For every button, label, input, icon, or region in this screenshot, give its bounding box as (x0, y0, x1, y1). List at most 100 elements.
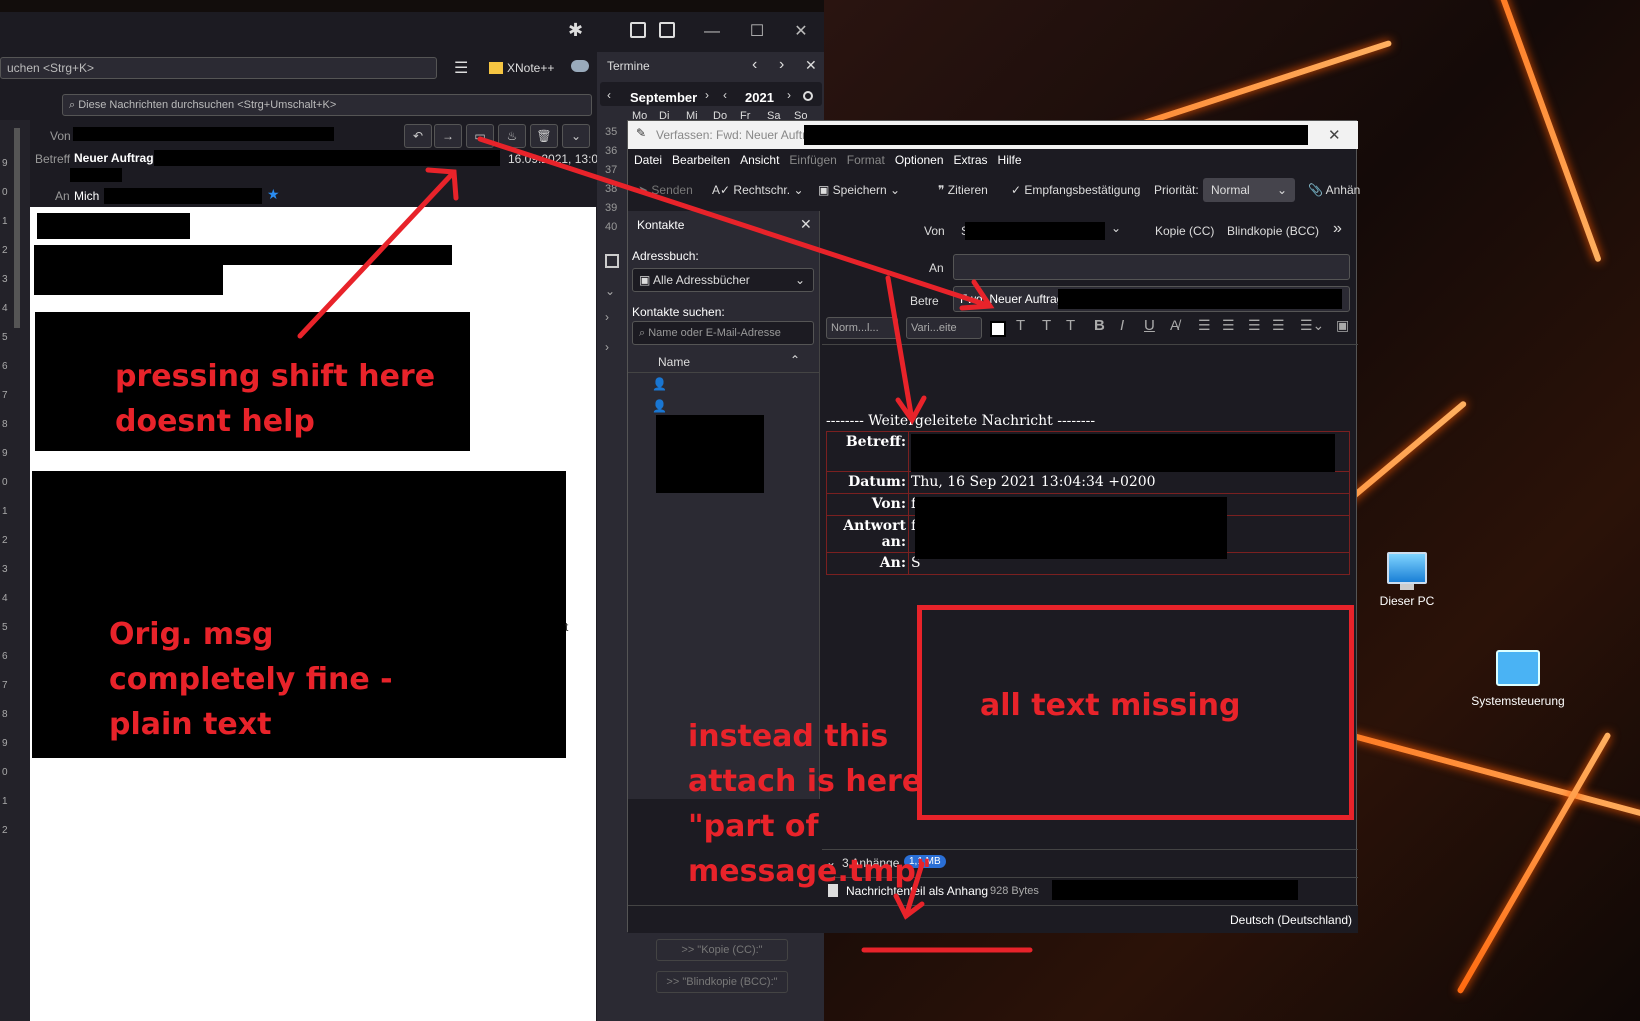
color-icon[interactable] (990, 321, 1006, 337)
archive-button[interactable]: ▭ (466, 124, 494, 148)
chevron-right-icon[interactable]: › (779, 56, 784, 74)
bullet-list-icon[interactable]: ☰ (1198, 317, 1211, 334)
double-chevron-icon[interactable]: » (1333, 220, 1342, 238)
desktop-icon-label: Dieser PC (1379, 594, 1435, 608)
subject-label: Betre (910, 294, 939, 308)
menu-item-bearbeiten[interactable]: Bearbeiten (672, 153, 730, 167)
calendar-icon[interactable] (630, 22, 646, 38)
receipt-button[interactable]: ✓ Empfangsbestätigung (1011, 175, 1140, 205)
line-number: 6 (2, 361, 8, 372)
priority-select[interactable]: Normal ⌄ (1203, 178, 1295, 202)
to-input[interactable] (953, 254, 1350, 280)
message-search-input[interactable]: ⌕ Diese Nachrichten durchsuchen <Strg+Um… (62, 94, 592, 116)
week-number: 36 (605, 145, 618, 157)
quote-button[interactable]: ❞ Zitieren (938, 175, 988, 205)
align-icon[interactable]: ☰⌄ (1300, 317, 1324, 334)
bold-icon[interactable]: B (1094, 317, 1105, 334)
add-contact-button[interactable]: >> "Kopie (CC):" (656, 939, 788, 961)
save-button[interactable]: ▣ Speichern ⌄ (818, 175, 900, 205)
calendar-small-icon[interactable] (605, 254, 619, 268)
forward-key: Betreff: (826, 431, 909, 472)
add-contact-button[interactable]: >> "Blindkopie (BCC):" (656, 971, 788, 993)
forward-header: -------- Weitergeleitete Nachricht -----… (826, 413, 1096, 429)
insert-image-icon[interactable]: ▣ (1336, 317, 1349, 334)
line-number: 4 (2, 593, 8, 604)
menu-item-datei[interactable]: Datei (634, 153, 662, 167)
outdent-icon[interactable]: ☰ (1248, 317, 1261, 334)
italic-icon[interactable]: I (1120, 317, 1124, 334)
font-larger-icon[interactable]: T (1066, 317, 1075, 334)
minimize-button[interactable]: — (690, 12, 734, 52)
line-number: 1 (2, 216, 8, 227)
indent-icon[interactable]: ☰ (1272, 317, 1285, 334)
number-list-icon[interactable]: ☰ (1222, 317, 1235, 334)
calendar-title: Termine (607, 59, 650, 73)
desktop-icon-this-pc[interactable]: Dieser PC (1352, 552, 1462, 608)
close-icon[interactable]: ✕ (805, 57, 817, 74)
font-size-icon[interactable]: T (1016, 317, 1025, 334)
more-button[interactable]: ⌄ (562, 124, 590, 148)
menu-item-hilfe[interactable]: Hilfe (998, 153, 1022, 167)
language-selector[interactable]: Deutsch (Deutschland) (1230, 913, 1352, 927)
cc-button[interactable]: Kopie (CC) (1155, 224, 1214, 238)
spell-button[interactable]: A✓ Rechtschr. ⌄ (712, 175, 804, 205)
xnote-button[interactable]: XNote++ (507, 61, 554, 75)
annotation-missing: all text missing (980, 688, 1241, 723)
addressbook-select[interactable]: ▣ Alle Adressbücher ⌄ (632, 268, 814, 292)
font-select[interactable]: Vari...eite (906, 317, 982, 339)
close-icon[interactable]: ✕ (1328, 126, 1341, 144)
puzzle-icon[interactable]: ✱ (568, 20, 583, 41)
menu-icon[interactable]: ☰ (454, 58, 468, 78)
chevron-right-icon[interactable]: › (787, 88, 791, 102)
clear-format-icon[interactable]: A̸ (1170, 317, 1179, 333)
send-button[interactable]: ➤ Senden (638, 175, 693, 205)
line-number: 4 (2, 303, 8, 314)
forward-button[interactable]: → (434, 124, 462, 148)
week-number: 37 (605, 164, 618, 176)
bcc-button[interactable]: Blindkopie (BCC) (1227, 224, 1319, 238)
from-label: Von (50, 129, 71, 143)
chevron-left-icon[interactable]: ‹ (723, 88, 727, 102)
chevron-left-icon[interactable]: ‹ (752, 56, 757, 74)
font-smaller-icon[interactable]: T (1042, 317, 1051, 334)
junk-button[interactable]: ♨ (498, 124, 526, 148)
contacts-column-header[interactable]: Name ⌃ (628, 351, 820, 373)
tasks-icon[interactable] (659, 22, 675, 38)
menu-item-optionen[interactable]: Optionen (895, 153, 944, 167)
menu-item-format[interactable]: Format (847, 153, 885, 167)
reply-button[interactable]: ↶ (404, 124, 432, 148)
delete-button[interactable]: 🗑 (530, 124, 558, 148)
annotation-orig: Orig. msg completely fine - plain text (109, 617, 393, 742)
global-search-input[interactable]: uchen <Strg+K> (0, 57, 437, 79)
contacts-search-input[interactable]: ⌕ Name oder E-Mail-Adresse (632, 321, 814, 345)
addressbook-label: Adressbuch: (632, 249, 699, 263)
compose-title: Verfassen: Fwd: Neuer Auftrag (656, 128, 820, 142)
paragraph-select[interactable]: Norm...l... (826, 317, 898, 339)
star-icon[interactable]: ★ (267, 186, 280, 203)
person-icon: 👤 (652, 377, 667, 391)
desktop-icon-control-panel[interactable]: Systemsteuerung (1463, 650, 1573, 708)
today-icon[interactable] (803, 91, 813, 101)
title-bar: ✱ — ☐ ✕ (0, 12, 824, 52)
menu-item-extras[interactable]: Extras (954, 153, 988, 167)
line-number: 9 (2, 158, 8, 169)
forward-row: Datum: Thu, 16 Sep 2021 13:04:34 +0200 (826, 471, 1350, 494)
line-number: 5 (2, 622, 8, 633)
maximize-button[interactable]: ☐ (735, 12, 779, 52)
close-button[interactable]: ✕ (779, 12, 823, 52)
search-text: Diese Nachrichten durchsuchen <Strg+Umsc… (78, 99, 337, 111)
cloud-icon[interactable] (571, 60, 589, 72)
chevron-left-icon[interactable]: ‹ (607, 88, 611, 102)
close-icon[interactable]: ✕ (800, 216, 812, 233)
menu-item-ansicht[interactable]: Ansicht (740, 153, 779, 167)
chevron-right-icon[interactable]: › (705, 88, 709, 102)
format-toolbar: Norm...l... Vari...eite T T T B I U A̸ ☰… (822, 315, 1358, 345)
attach-button[interactable]: 📎 Anhän (1308, 175, 1360, 205)
menu-item-einfügen[interactable]: Einfügen (789, 153, 836, 167)
line-number: 1 (2, 506, 8, 517)
chevron-down-icon[interactable]: ⌄ (1111, 221, 1121, 235)
underline-icon[interactable]: U (1144, 317, 1155, 334)
forward-key: An: (826, 552, 909, 575)
subject-value: Neuer Auftrag (74, 151, 154, 165)
week-number: 40 (605, 221, 618, 233)
